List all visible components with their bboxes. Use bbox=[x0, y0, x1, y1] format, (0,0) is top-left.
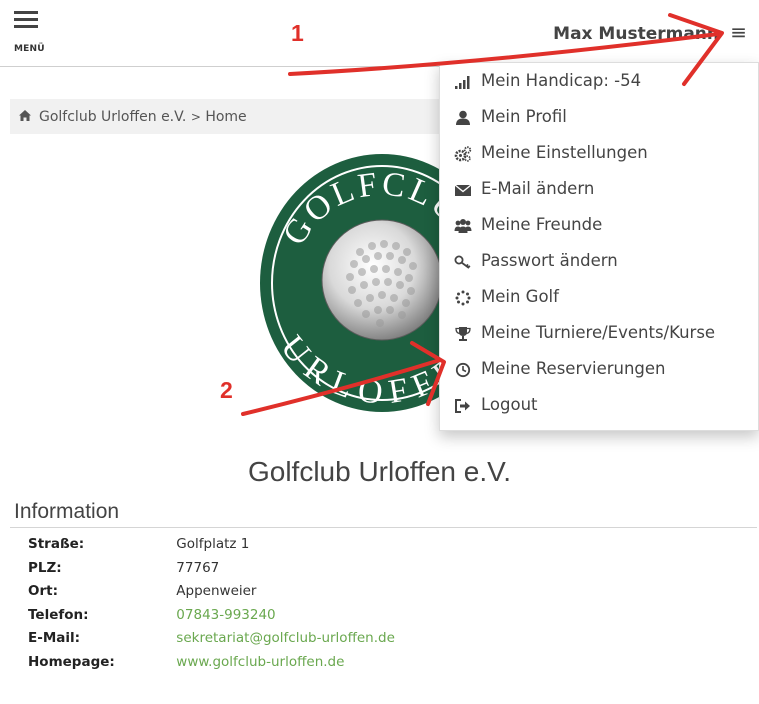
breadcrumb-separator: > bbox=[190, 110, 201, 124]
breadcrumb-current: Home bbox=[205, 109, 247, 125]
menu-label: MENÜ bbox=[14, 44, 45, 54]
menu-item-label: Passwort ändern bbox=[481, 251, 618, 270]
menu-item-label: Meine Freunde bbox=[481, 215, 603, 234]
hamburger-icon bbox=[14, 11, 38, 14]
sign-out-icon bbox=[454, 398, 472, 414]
info-row-phone: Telefon: 07843-993240 bbox=[28, 607, 395, 631]
menu-item-label: E-Mail ändern bbox=[481, 179, 595, 198]
info-row-street: Straße: Golfplatz 1 bbox=[28, 536, 395, 560]
envelope-icon bbox=[454, 182, 472, 198]
menu-item-handicap[interactable]: Mein Handicap: -54 bbox=[440, 65, 758, 99]
menu-button[interactable]: MENÜ bbox=[14, 11, 58, 57]
club-title: Golfclub Urloffen e.V. bbox=[247, 456, 512, 487]
divider bbox=[10, 527, 757, 528]
info-label: Telefon: bbox=[28, 606, 89, 623]
menu-item-label: Logout bbox=[481, 395, 538, 414]
info-label: Ort: bbox=[28, 583, 58, 599]
user-menu-toggle-icon[interactable]: ≡ bbox=[730, 20, 747, 44]
breadcrumb-link-club[interactable]: Golfclub Urloffen e.V. bbox=[39, 109, 186, 125]
user-dropdown-menu: Mein Handicap: -54 Mein Profil Meine Ein… bbox=[439, 62, 759, 431]
annotation-number-1: 1 bbox=[291, 20, 304, 46]
menu-item-label: Mein Profil bbox=[481, 107, 567, 126]
info-row-homepage: Homepage: www.golfclub-urloffen.de bbox=[28, 654, 395, 678]
info-row-zip: PLZ: 77767 bbox=[28, 560, 395, 584]
user-icon bbox=[454, 110, 472, 126]
gears-icon bbox=[454, 146, 472, 162]
menu-item-settings[interactable]: Meine Einstellungen bbox=[440, 137, 758, 171]
spinner-icon bbox=[454, 290, 472, 306]
key-icon bbox=[454, 254, 472, 270]
menu-item-friends[interactable]: Meine Freunde bbox=[440, 209, 758, 243]
menu-item-reservations[interactable]: Meine Reservierungen bbox=[440, 353, 758, 387]
trophy-icon bbox=[454, 326, 472, 342]
menu-item-label: Meine Einstellungen bbox=[481, 143, 648, 162]
menu-item-change-password[interactable]: Passwort ändern bbox=[440, 245, 758, 279]
menu-item-label: Meine Turniere/Events/Kurse bbox=[481, 323, 716, 342]
menu-item-label: Mein Golf bbox=[481, 287, 559, 306]
info-row-email: E-Mail: sekretariat@golfclub-urloffen.de bbox=[28, 630, 395, 654]
email-link[interactable]: sekretariat@golfclub-urloffen.de bbox=[176, 630, 395, 646]
users-icon bbox=[454, 218, 472, 234]
information-table: Straße: Golfplatz 1 PLZ: 77767 Ort: Appe… bbox=[28, 536, 395, 677]
menu-item-logout[interactable]: Logout bbox=[440, 389, 758, 423]
information-heading: Information bbox=[14, 500, 120, 523]
user-menu-name[interactable]: Max Mustermann bbox=[553, 24, 719, 44]
info-label: Homepage: bbox=[28, 653, 115, 670]
top-bar: MENÜ Max Mustermann ≡ bbox=[0, 0, 759, 67]
info-label: Straße: bbox=[28, 536, 85, 552]
menu-item-profile[interactable]: Mein Profil bbox=[440, 101, 758, 135]
info-value: Appenweier bbox=[176, 583, 257, 599]
info-label: E-Mail: bbox=[28, 630, 81, 646]
home-icon[interactable] bbox=[18, 109, 32, 126]
signal-bars-icon bbox=[454, 74, 472, 90]
phone-link[interactable]: 07843-993240 bbox=[176, 607, 275, 623]
menu-item-tournaments[interactable]: Meine Turniere/Events/Kurse bbox=[440, 317, 758, 351]
hamburger-icon-bar bbox=[14, 18, 38, 21]
info-label: PLZ: bbox=[28, 559, 62, 576]
clock-icon bbox=[454, 362, 472, 378]
menu-item-label: Mein Handicap: -54 bbox=[481, 71, 642, 90]
menu-item-my-golf[interactable]: Mein Golf bbox=[440, 281, 758, 315]
menu-item-change-email[interactable]: E-Mail ändern bbox=[440, 173, 758, 207]
menu-item-label: Meine Reservierungen bbox=[481, 359, 666, 378]
homepage-link[interactable]: www.golfclub-urloffen.de bbox=[176, 654, 344, 670]
hamburger-icon-bar bbox=[14, 25, 38, 28]
info-value: 77767 bbox=[176, 559, 220, 576]
info-value: Golfplatz 1 bbox=[176, 536, 250, 552]
info-row-city: Ort: Appenweier bbox=[28, 583, 395, 607]
annotation-number-2: 2 bbox=[220, 377, 233, 403]
